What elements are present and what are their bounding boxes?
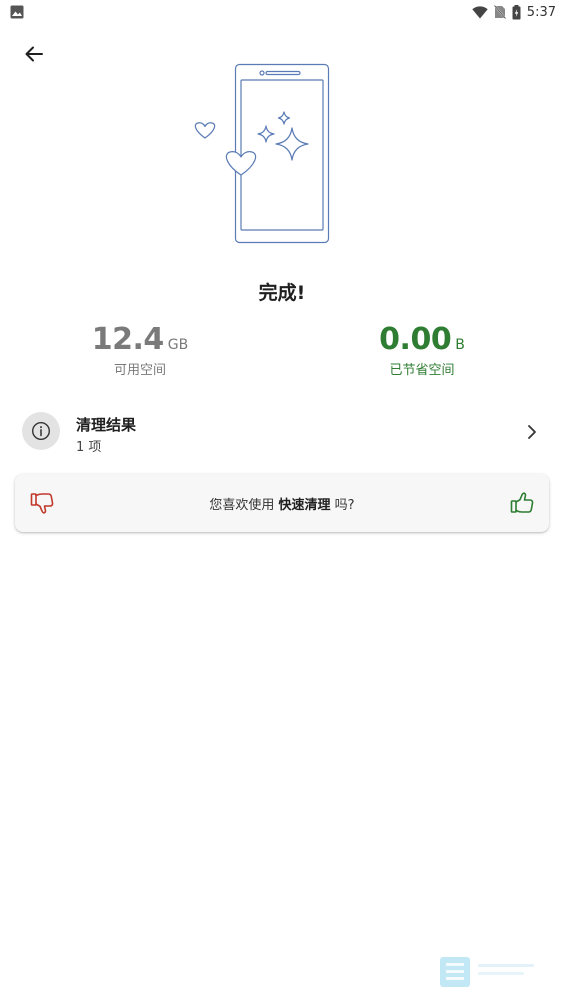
image-icon — [10, 5, 24, 19]
saved-space-value: 0.00 — [379, 322, 452, 357]
available-space-stat: 12.4 GB 可用空间 — [40, 322, 240, 378]
status-icons: 5:37 — [472, 3, 556, 21]
status-time: 5:37 — [526, 4, 556, 20]
wifi-icon — [472, 5, 488, 18]
feedback-card: 您喜欢使用 快速清理 吗? — [15, 474, 549, 532]
arrow-left-icon — [25, 46, 43, 62]
available-space-unit: GB — [167, 337, 189, 353]
available-space-label: 可用空间 — [113, 363, 166, 378]
no-sim-icon — [493, 5, 506, 19]
clean-result-title: 清理结果 — [76, 416, 137, 434]
info-icon — [31, 421, 51, 441]
chevron-right-icon — [528, 425, 536, 439]
saved-space-stat: 0.00 B 已节省空间 — [322, 322, 522, 378]
back-button[interactable] — [18, 38, 50, 70]
screen: 5:37 完成! 12.4 GB 可用空间 0.00 B 已节省空间 清理结果 … — [0, 0, 564, 1002]
feedback-suffix: 吗? — [330, 498, 355, 513]
info-icon-circle — [22, 412, 60, 450]
saved-space-unit: B — [455, 337, 465, 353]
feedback-feature-name: 快速清理 — [278, 498, 331, 513]
clean-result-item[interactable]: 清理结果 1 项 — [0, 402, 564, 464]
thumb-up-icon[interactable] — [509, 490, 535, 516]
feedback-question: 您喜欢使用 快速清理 吗? — [15, 494, 549, 513]
page-title: 完成! — [258, 282, 306, 304]
status-bar: 5:37 — [0, 0, 564, 24]
clean-result-count: 1 项 — [76, 440, 102, 455]
available-space-value: 12.4 — [91, 322, 165, 357]
phone-sparkle-hearts-illustration — [194, 63, 330, 244]
battery-icon — [512, 4, 521, 19]
feedback-prefix: 您喜欢使用 — [209, 498, 279, 513]
saved-space-label: 已节省空间 — [389, 363, 455, 378]
watermark-logo — [440, 957, 534, 987]
